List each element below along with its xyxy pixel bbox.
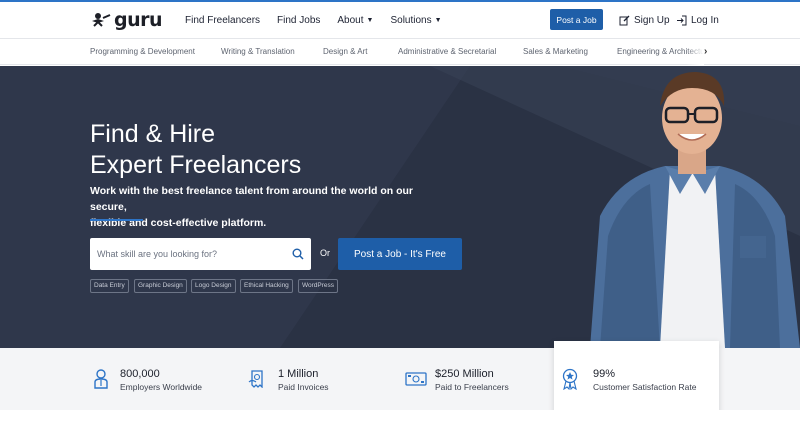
- hero-title: Find & Hire Expert Freelancers: [90, 119, 390, 181]
- money-icon: [405, 372, 427, 386]
- stat-paid-label: Paid to Freelancers: [435, 382, 509, 392]
- employer-icon: [94, 369, 108, 389]
- category-bar: Programming & Development Writing & Tran…: [0, 38, 800, 65]
- category-sales[interactable]: Sales & Marketing: [523, 39, 588, 66]
- stat-invoices-label: Paid Invoices: [278, 382, 329, 392]
- tag-wordpress[interactable]: WordPress: [298, 279, 339, 293]
- stat-card-body: [554, 348, 719, 410]
- sign-up-link[interactable]: Sign Up: [619, 2, 670, 38]
- stat-employers-value: 800,000: [120, 368, 160, 380]
- hero-subtitle-line1: Work with the best freelance talent from…: [90, 185, 414, 213]
- stat-satisfaction-value: 99%: [593, 368, 616, 380]
- nav-solutions-label: Solutions: [390, 14, 432, 26]
- chevron-down-icon: ▼: [366, 16, 374, 24]
- category-design[interactable]: Design & Art: [323, 39, 367, 66]
- main-nav: Find Freelancers Find Jobs About ▼ Soluti…: [185, 2, 459, 38]
- invoice-icon: [248, 370, 263, 388]
- category-writing[interactable]: Writing & Translation: [221, 39, 295, 66]
- header-post-job-button[interactable]: Post a Job: [550, 9, 603, 30]
- stat-invoices-value: 1 Million: [278, 368, 319, 380]
- login-icon: [677, 15, 687, 25]
- chevron-right-icon[interactable]: ›: [704, 39, 707, 66]
- search-icon[interactable]: [292, 248, 304, 260]
- guru-logo-icon: [92, 13, 111, 27]
- hero-title-line2: Expert Freelancers: [90, 151, 302, 179]
- chevron-down-icon: ▼: [434, 16, 442, 24]
- nav-find-jobs[interactable]: Find Jobs: [277, 15, 320, 26]
- page-bottom: [0, 410, 800, 436]
- search-box: [90, 238, 311, 270]
- tag-ethical-hacking[interactable]: Ethical Hacking: [240, 279, 293, 293]
- category-programming[interactable]: Programming & Development: [90, 39, 195, 66]
- guru-logo[interactable]: guru: [90, 9, 163, 31]
- tag-graphic-design[interactable]: Graphic Design: [134, 279, 187, 293]
- skill-search-input[interactable]: [90, 238, 280, 270]
- hero-person-image: [590, 72, 800, 348]
- logo-text: guru: [114, 9, 163, 31]
- nav-about[interactable]: About ▼: [337, 15, 373, 26]
- nav-solutions[interactable]: Solutions ▼: [390, 15, 441, 26]
- category-administrative[interactable]: Administrative & Secretarial: [398, 39, 496, 66]
- site-header: guru Find Freelancers Find Jobs About ▼ S…: [0, 2, 800, 38]
- or-text: Or: [320, 248, 330, 258]
- hero-divider: [90, 219, 143, 221]
- nav-about-label: About: [337, 14, 364, 26]
- hero-subtitle: Work with the best freelance talent from…: [90, 183, 420, 231]
- sign-up-label: Sign Up: [634, 14, 670, 26]
- stat-paid-value: $250 Million: [435, 368, 494, 380]
- tag-logo-design[interactable]: Logo Design: [191, 279, 236, 293]
- post-job-free-button[interactable]: Post a Job - It's Free: [338, 238, 462, 270]
- hero-title-line1: Find & Hire: [90, 120, 216, 148]
- log-in-link[interactable]: Log In: [676, 2, 719, 38]
- nav-find-freelancers[interactable]: Find Freelancers: [185, 15, 260, 26]
- award-ribbon-icon: [562, 368, 578, 390]
- stat-satisfaction-label: Customer Satisfaction Rate: [593, 382, 697, 392]
- stat-employers-label: Employers Worldwide: [120, 382, 203, 392]
- edit-icon: [619, 15, 630, 25]
- category-fade: [686, 39, 704, 65]
- log-in-label: Log In: [691, 14, 719, 26]
- nav-find-freelancers-label: Find Freelancers: [185, 14, 261, 26]
- tag-data-entry[interactable]: Data Entry: [90, 279, 129, 293]
- hero-subtitle-line2: flexible and cost-effective platform.: [90, 217, 267, 229]
- nav-find-jobs-label: Find Jobs: [277, 14, 321, 26]
